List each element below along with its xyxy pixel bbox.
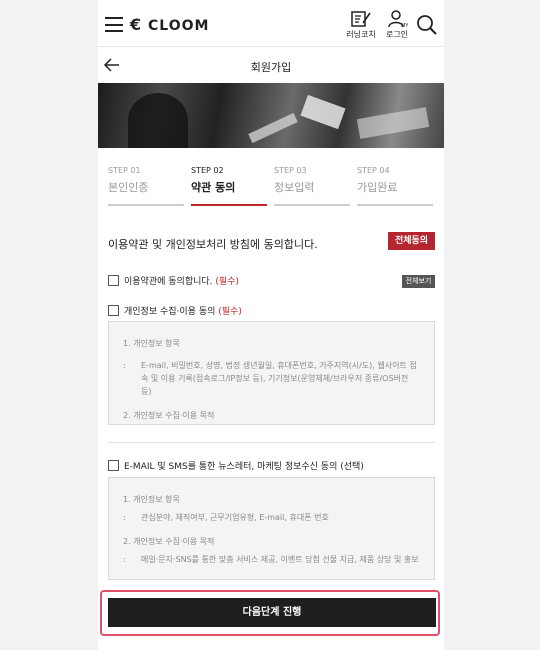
step-number: STEP 02 — [191, 166, 224, 175]
svg-text:MY: MY — [401, 23, 408, 28]
marketing-checkbox[interactable] — [108, 460, 119, 471]
privacy-section2-title: 2. 개인정보 수집·이용 목적 — [123, 411, 215, 420]
step-2: STEP 02 약관 동의 — [191, 166, 267, 206]
login-label: 로그인 — [385, 30, 409, 39]
privacy-section1-title: 1. 개인정보 항목 — [123, 339, 180, 348]
hamburger-icon[interactable] — [105, 17, 123, 32]
step-1: STEP 01 본인인증 — [108, 166, 184, 206]
page-header: 회원가입 — [98, 47, 444, 83]
view-full-terms-button[interactable]: 전체보기 — [402, 275, 435, 288]
marketing-section1-item: : 관심분야, 재직여부, 근무기업유형, E-mail, 휴대폰 번호 — [123, 513, 329, 522]
terms-label: 이용약관에 동의합니다. — [124, 277, 213, 287]
step-3: STEP 03 정보입력 — [274, 166, 350, 206]
learning-coach-button[interactable]: 러닝코치 — [344, 10, 378, 40]
step-name: 정보입력 — [274, 181, 315, 194]
marketing-label: E-MAIL 및 SMS를 통한 뉴스레터, 마케팅 정보수신 동의 — [124, 462, 338, 472]
step-name: 본인인증 — [108, 181, 149, 194]
login-button[interactable]: MY 로그인 — [380, 10, 414, 40]
mobile-page: € CLOOM 러닝코치 MY 로그인 회원가입 STEP 01 본인인증 ST… — [98, 0, 444, 650]
terms-checkbox[interactable] — [108, 275, 119, 286]
privacy-checkbox[interactable] — [108, 305, 119, 316]
clipboard-pencil-icon — [351, 11, 371, 27]
privacy-section1-text: E-mail, 비밀번호, 성명, 법정 생년월일, 휴대폰번호, 거주지역(시… — [141, 361, 417, 396]
top-navigation-bar: € CLOOM 러닝코치 MY 로그인 — [98, 0, 444, 47]
required-tag: (필수) — [215, 277, 239, 287]
agree-all-button[interactable]: 전체동의 — [388, 232, 435, 250]
step-name: 약관 동의 — [191, 181, 236, 194]
hero-banner-image — [98, 83, 444, 148]
marketing-section2-text: 메일·문자·SNS를 통한 맞춤 서비스 제공, 이벤트 당첨 선물 지급, 제… — [141, 555, 419, 564]
marketing-agree-row[interactable]: E-MAIL 및 SMS를 통한 뉴스레터, 마케팅 정보수신 동의 (선택) — [108, 459, 364, 473]
marketing-section2-title: 2. 개인정보 수집·이용 목적 — [123, 537, 215, 546]
search-icon[interactable] — [416, 14, 438, 36]
marketing-section2-item: : 메일·문자·SNS를 통한 맞춤 서비스 제공, 이벤트 당첨 선물 지급, … — [123, 555, 419, 564]
next-step-button[interactable]: 다음단계 진행 — [108, 598, 436, 627]
page-title: 회원가입 — [250, 61, 292, 74]
step-number: STEP 01 — [108, 166, 141, 175]
privacy-terms-scrollbox[interactable]: 1. 개인정보 항목 : E-mail, 비밀번호, 성명, 법정 생년월일, 휴… — [108, 321, 435, 425]
marketing-terms-scrollbox[interactable]: 1. 개인정보 항목 : 관심분야, 재직여부, 근무기업유형, E-mail, … — [108, 477, 435, 580]
privacy-label: 개인정보 수집·이용 동의 — [124, 307, 216, 317]
user-icon: MY — [388, 10, 408, 28]
step-number: STEP 04 — [357, 166, 390, 175]
step-number: STEP 03 — [274, 166, 307, 175]
signup-steps: STEP 01 본인인증 STEP 02 약관 동의 STEP 03 정보입력 … — [108, 166, 433, 208]
learning-coach-label: 러닝코치 — [346, 30, 376, 39]
privacy-section1-item: : E-mail, 비밀번호, 성명, 법정 생년월일, 휴대폰번호, 거주지역(… — [123, 359, 420, 398]
optional-tag: (선택) — [340, 462, 364, 472]
step-4: STEP 04 가입완료 — [357, 166, 433, 206]
terms-agree-row[interactable]: 이용약관에 동의합니다. (필수) — [108, 274, 239, 288]
privacy-agree-row[interactable]: 개인정보 수집·이용 동의 (필수) — [108, 304, 242, 318]
required-tag: (필수) — [218, 307, 242, 317]
agreement-heading: 이용약관 및 개인정보처리 방침에 동의합니다. — [108, 238, 318, 251]
step-name: 가입완료 — [357, 181, 398, 194]
marketing-section1-title: 1. 개인정보 항목 — [123, 495, 180, 504]
brand-logo[interactable]: € CLOOM — [130, 15, 209, 34]
section-divider — [108, 442, 435, 443]
marketing-section1-text: 관심분야, 재직여부, 근무기업유형, E-mail, 휴대폰 번호 — [141, 513, 329, 522]
